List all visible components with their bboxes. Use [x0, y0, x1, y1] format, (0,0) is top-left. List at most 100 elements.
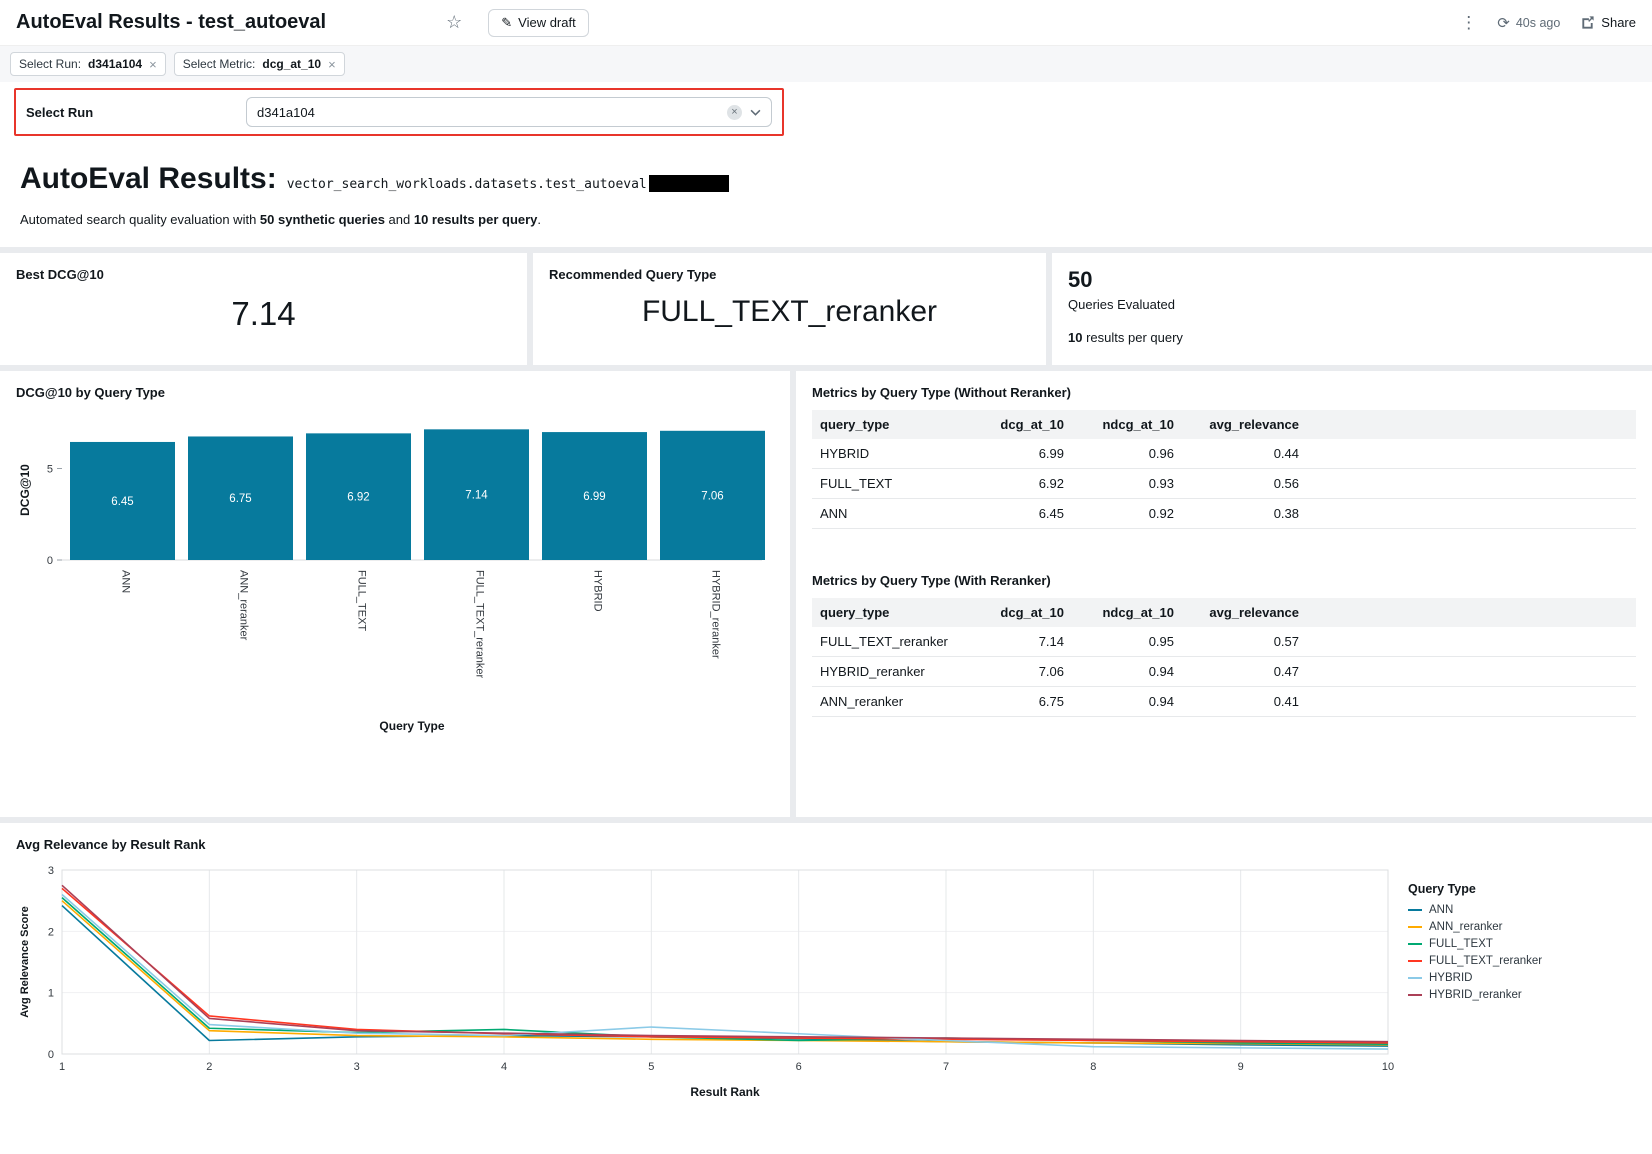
chip-label: Select Metric:: [183, 57, 256, 71]
y-tick-label: 0: [47, 555, 53, 567]
results-per-query: 10 results per query: [1068, 330, 1636, 345]
chevron-down-icon[interactable]: [750, 109, 761, 116]
chip-select-metric[interactable]: Select Metric: dcg_at_10 ×: [174, 52, 345, 76]
last-refresh-time: 40s ago: [1516, 16, 1560, 30]
chip-select-run[interactable]: Select Run: d341a104 ×: [10, 52, 166, 76]
bar-category-label: HYBRID_reranker: [710, 570, 722, 659]
table-cell: 0.92: [1072, 499, 1182, 529]
legend-label: HYBRID_reranker: [1429, 989, 1522, 1001]
table-cell: ANN: [812, 499, 962, 529]
legend-swatch: [1408, 994, 1422, 996]
legend-label: ANN: [1429, 904, 1453, 916]
legend-item-HYBRID_reranker[interactable]: HYBRID_reranker: [1408, 989, 1623, 1001]
metrics-tables-card: Metrics by Query Type (Without Reranker)…: [796, 371, 1652, 817]
col-header-avg_relevance: avg_relevance: [1182, 598, 1307, 627]
line-series-HYBRID_reranker: [62, 885, 1388, 1041]
table-cell: 6.99: [962, 439, 1072, 469]
desc-bold: 10 results per query: [414, 212, 538, 227]
bar-value-label: 6.99: [583, 491, 605, 503]
table-cell: FULL_TEXT: [812, 469, 962, 499]
chip-label: Select Run:: [19, 57, 81, 71]
legend-item-HYBRID[interactable]: HYBRID: [1408, 972, 1623, 984]
chart-legend: Query Type ANN ANN_reranker FULL_TEXT FULL_…: [1408, 862, 1623, 1006]
table-header-row: query_typedcg_at_10ndcg_at_10avg_relevan…: [812, 410, 1636, 439]
col-header-ndcg_at_10: ndcg_at_10: [1072, 598, 1182, 627]
desc-text: Automated search quality evaluation with: [20, 212, 260, 227]
pencil-icon: ✎: [501, 15, 512, 31]
table-cell: 0.47: [1182, 657, 1307, 687]
table-row: HYBRID6.990.960.44: [812, 439, 1636, 469]
col-header-query_type: query_type: [812, 410, 962, 439]
close-icon[interactable]: ×: [149, 58, 157, 71]
col-header-dcg_at_10: dcg_at_10: [962, 410, 1072, 439]
refresh-icon: ⟳: [1497, 14, 1510, 32]
bar-value-label: 6.75: [229, 493, 251, 505]
card-title: Best DCG@10: [16, 267, 511, 282]
filter-chips-row: Select Run: d341a104 × Select Metric: dc…: [0, 46, 1652, 82]
close-icon[interactable]: ×: [328, 58, 336, 71]
select-run-dropdown[interactable]: d341a104 ×: [246, 97, 772, 127]
bar-category-label: FULL_TEXT: [356, 570, 368, 631]
table-cell: HYBRID: [812, 439, 962, 469]
desc-text: and: [385, 212, 414, 227]
table-cell: 0.93: [1072, 469, 1182, 499]
recommended-query-type-value: FULL_TEXT_reranker: [533, 295, 1046, 329]
table-row: FULL_TEXT_reranker7.140.950.57: [812, 627, 1636, 657]
heading-section: AutoEval Results:vector_search_workloads…: [0, 146, 1652, 247]
x-axis-title: Query Type: [379, 719, 444, 733]
y-tick-label: 5: [47, 463, 53, 475]
view-draft-label: View draft: [518, 15, 576, 30]
legend-item-FULL_TEXT_reranker[interactable]: FULL_TEXT_reranker: [1408, 955, 1623, 967]
chip-value: d341a104: [88, 57, 142, 71]
x-tick-label: 4: [501, 1061, 507, 1073]
col-header-avg_relevance: avg_relevance: [1182, 410, 1307, 439]
table-cell: 0.44: [1182, 439, 1307, 469]
table-cell: 0.94: [1072, 657, 1182, 687]
clear-icon[interactable]: ×: [727, 105, 742, 120]
redacted-text: [649, 175, 729, 192]
bar-category-label: HYBRID: [592, 570, 604, 612]
legend-item-ANN_reranker[interactable]: ANN_reranker: [1408, 921, 1623, 933]
line-series-HYBRID: [62, 895, 1388, 1050]
best-dcg-value: 7.14: [0, 295, 527, 333]
results-text: results per query: [1082, 330, 1182, 345]
table-cell: 0.56: [1182, 469, 1307, 499]
table-cell: FULL_TEXT_reranker: [812, 627, 962, 657]
desc-text: .: [537, 212, 541, 227]
table-cell: 0.41: [1182, 687, 1307, 717]
bar-value-label: 7.14: [465, 490, 488, 502]
table-cell: 6.92: [962, 469, 1072, 499]
y-tick-label: 2: [48, 926, 54, 938]
kebab-menu-icon[interactable]: ⋮: [1460, 13, 1477, 33]
legend-swatch: [1408, 960, 1422, 962]
x-tick-label: 2: [206, 1061, 212, 1073]
report-heading: AutoEval Results:: [20, 162, 277, 195]
legend-swatch: [1408, 943, 1422, 945]
table-cell: 0.96: [1072, 439, 1182, 469]
x-tick-label: 3: [354, 1061, 360, 1073]
share-button[interactable]: Share: [1580, 15, 1636, 30]
legend-item-FULL_TEXT[interactable]: FULL_TEXT: [1408, 938, 1623, 950]
x-tick-label: 9: [1238, 1061, 1244, 1073]
card-queries-evaluated: 50 Queries Evaluated 10 results per quer…: [1052, 253, 1652, 365]
page-title: AutoEval Results - test_autoeval: [16, 11, 326, 34]
y-tick-label: 0: [48, 1049, 54, 1061]
star-icon[interactable]: ☆: [446, 12, 462, 33]
metrics-table-with-reranker: query_typedcg_at_10ndcg_at_10avg_relevan…: [812, 598, 1636, 717]
table-title: Metrics by Query Type (Without Reranker): [812, 385, 1636, 400]
legend-item-ANN[interactable]: ANN: [1408, 904, 1623, 916]
dcg-by-query-type-chart: 056.45ANN6.75ANN_reranker6.92FULL_TEXT7.…: [16, 410, 774, 740]
desc-bold: 50 synthetic queries: [260, 212, 385, 227]
legend-title: Query Type: [1408, 882, 1623, 896]
refresh-button[interactable]: ⟳ 40s ago: [1497, 14, 1560, 32]
topbar-actions: ⋮ ⟳ 40s ago Share: [1460, 13, 1636, 33]
card-best-dcg: Best DCG@10 7.14: [0, 253, 527, 365]
middle-row: DCG@10 by Query Type 056.45ANN6.75ANN_re…: [0, 371, 1652, 817]
legend-label: FULL_TEXT: [1429, 938, 1493, 950]
table-cell: HYBRID_reranker: [812, 657, 962, 687]
card-recommended-query-type: Recommended Query Type FULL_TEXT_reranke…: [533, 253, 1046, 365]
bar-value-label: 6.92: [347, 492, 369, 504]
y-axis-title: DCG@10: [18, 464, 32, 516]
view-draft-button[interactable]: ✎ View draft: [488, 9, 588, 37]
dropdown-value: d341a104: [257, 105, 315, 120]
